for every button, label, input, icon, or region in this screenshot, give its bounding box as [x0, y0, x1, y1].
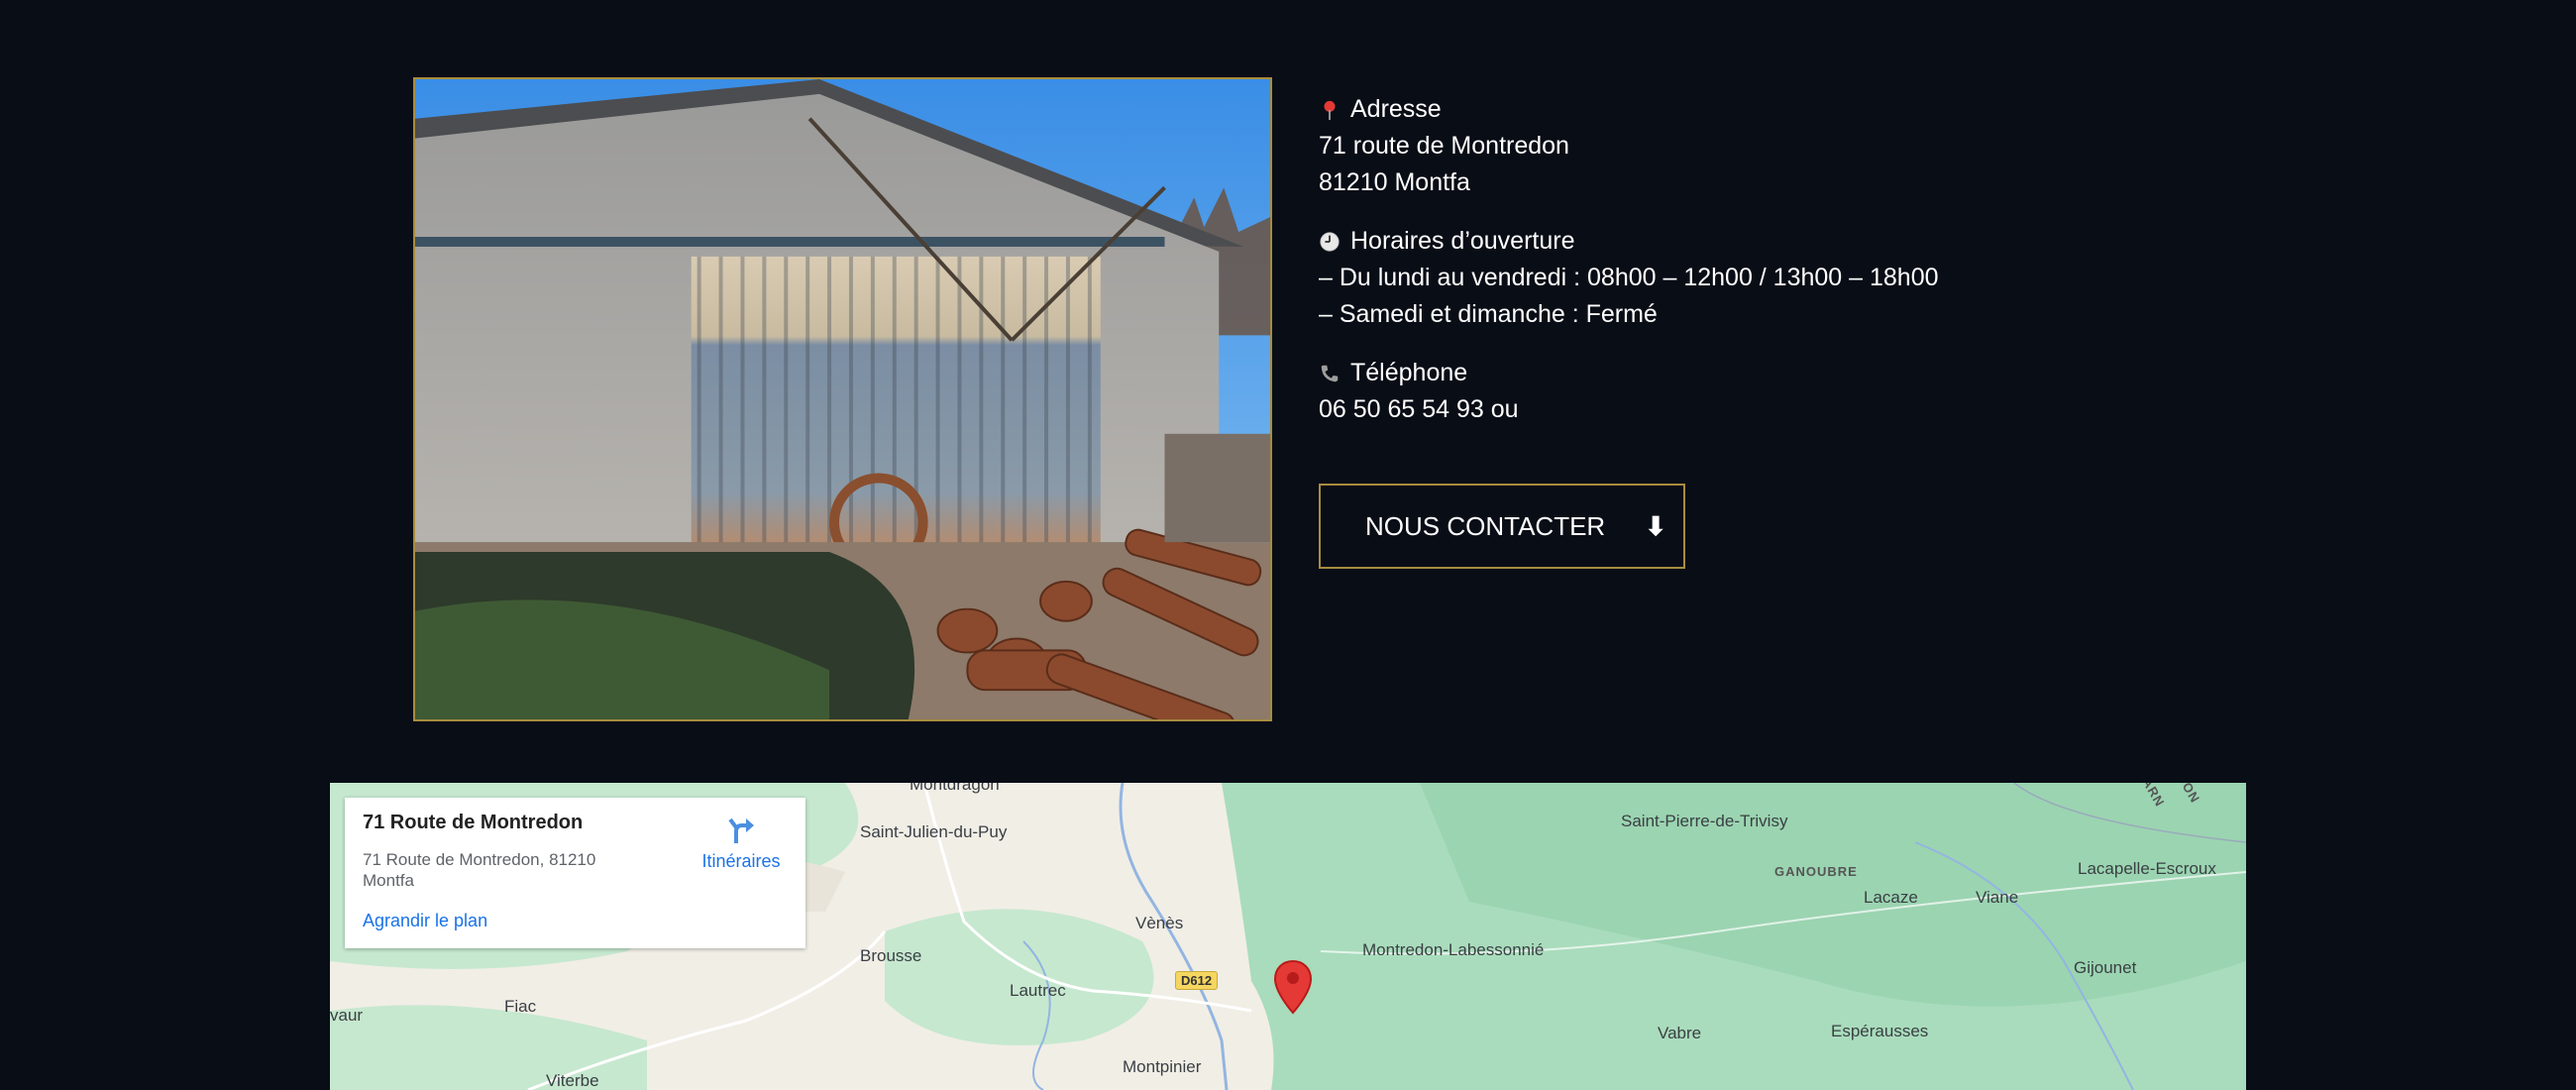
phone-heading: Téléphone	[1350, 359, 1468, 386]
map-place-label: Viterbe	[546, 1071, 599, 1090]
enlarge-map-link[interactable]: Agrandir le plan	[363, 911, 487, 931]
map-place-label: Saint-Pierre-de-Trivisy	[1621, 812, 1788, 830]
map-place-label: Montdragon	[910, 783, 1000, 794]
map-place-label: Fiac	[504, 997, 537, 1016]
map-place-label: Montpinier	[1123, 1057, 1202, 1076]
map-place-label: Gijounet	[2074, 958, 2137, 977]
map-card-address: 71 Route de Montredon, 81210 Montfa	[363, 850, 596, 890]
workshop-photo-illustration	[415, 79, 1270, 719]
hours-weekend: – Samedi et dimanche : Fermé	[1319, 300, 1658, 328]
contact-button-label: NOUS CONTACTER	[1365, 510, 1606, 541]
map-place-label: Vènès	[1135, 914, 1184, 932]
map-info-card: 71 Route de Montredon 71 Route de Montre…	[345, 798, 805, 948]
map-card-title: 71 Route de Montredon	[363, 812, 584, 833]
pin-icon	[1324, 100, 1336, 120]
embedded-map[interactable]: Montdragon Saint-Julien-du-Puy Vènès Bro…	[330, 783, 2246, 1090]
map-place-label: Espérausses	[1831, 1022, 1929, 1040]
phone-icon	[1321, 365, 1339, 382]
arrow-down-icon: ⬇	[1645, 510, 1666, 541]
directions-icon	[728, 818, 754, 843]
map-place-label: Lacaze	[1864, 888, 1918, 907]
map-place-label: vaur	[330, 1006, 364, 1025]
map-place-label: Brousse	[860, 946, 922, 965]
contact-info: Adresse 71 route de Montredon 81210 Mont…	[1319, 91, 2210, 450]
hours-weekdays: – Du lundi au vendredi : 08h00 – 12h00 /…	[1319, 264, 1939, 291]
map-place-label: Saint-Julien-du-Puy	[860, 822, 1008, 841]
contact-button[interactable]: NOUS CONTACTER ⬇	[1319, 484, 1685, 569]
map-marker-icon[interactable]	[1273, 959, 1313, 1015]
address-line-2: 81210 Montfa	[1319, 168, 1470, 196]
map-place-label: Lacapelle-Escroux	[2078, 859, 2216, 878]
directions-label: Itinéraires	[701, 851, 781, 871]
address-heading: Adresse	[1350, 95, 1442, 123]
map-place-label: Vabre	[1658, 1024, 1702, 1042]
address-block: Adresse 71 route de Montredon 81210 Mont…	[1319, 91, 2210, 201]
phone-block: Téléphone 06 50 65 54 93 ou	[1319, 355, 2210, 428]
hours-block: Horaires d’ouverture – Du lundi au vendr…	[1319, 223, 2210, 333]
clock-icon	[1320, 231, 1340, 252]
road-badge: D612	[1175, 971, 1219, 990]
hours-heading: Horaires d’ouverture	[1350, 227, 1575, 255]
map-place-label: Lautrec	[1010, 981, 1066, 1000]
address-line-1: 71 route de Montredon	[1319, 132, 1569, 160]
workshop-photo	[413, 77, 1272, 721]
map-place-label: Montredon-Labessonnié	[1362, 940, 1545, 959]
map-place-label: Viane	[1976, 888, 2019, 907]
directions-button[interactable]: Itinéraires	[692, 812, 791, 872]
phone-number[interactable]: 06 50 65 54 93 ou	[1319, 391, 2210, 428]
map-place-label: GANOUBRE	[1774, 864, 1858, 879]
